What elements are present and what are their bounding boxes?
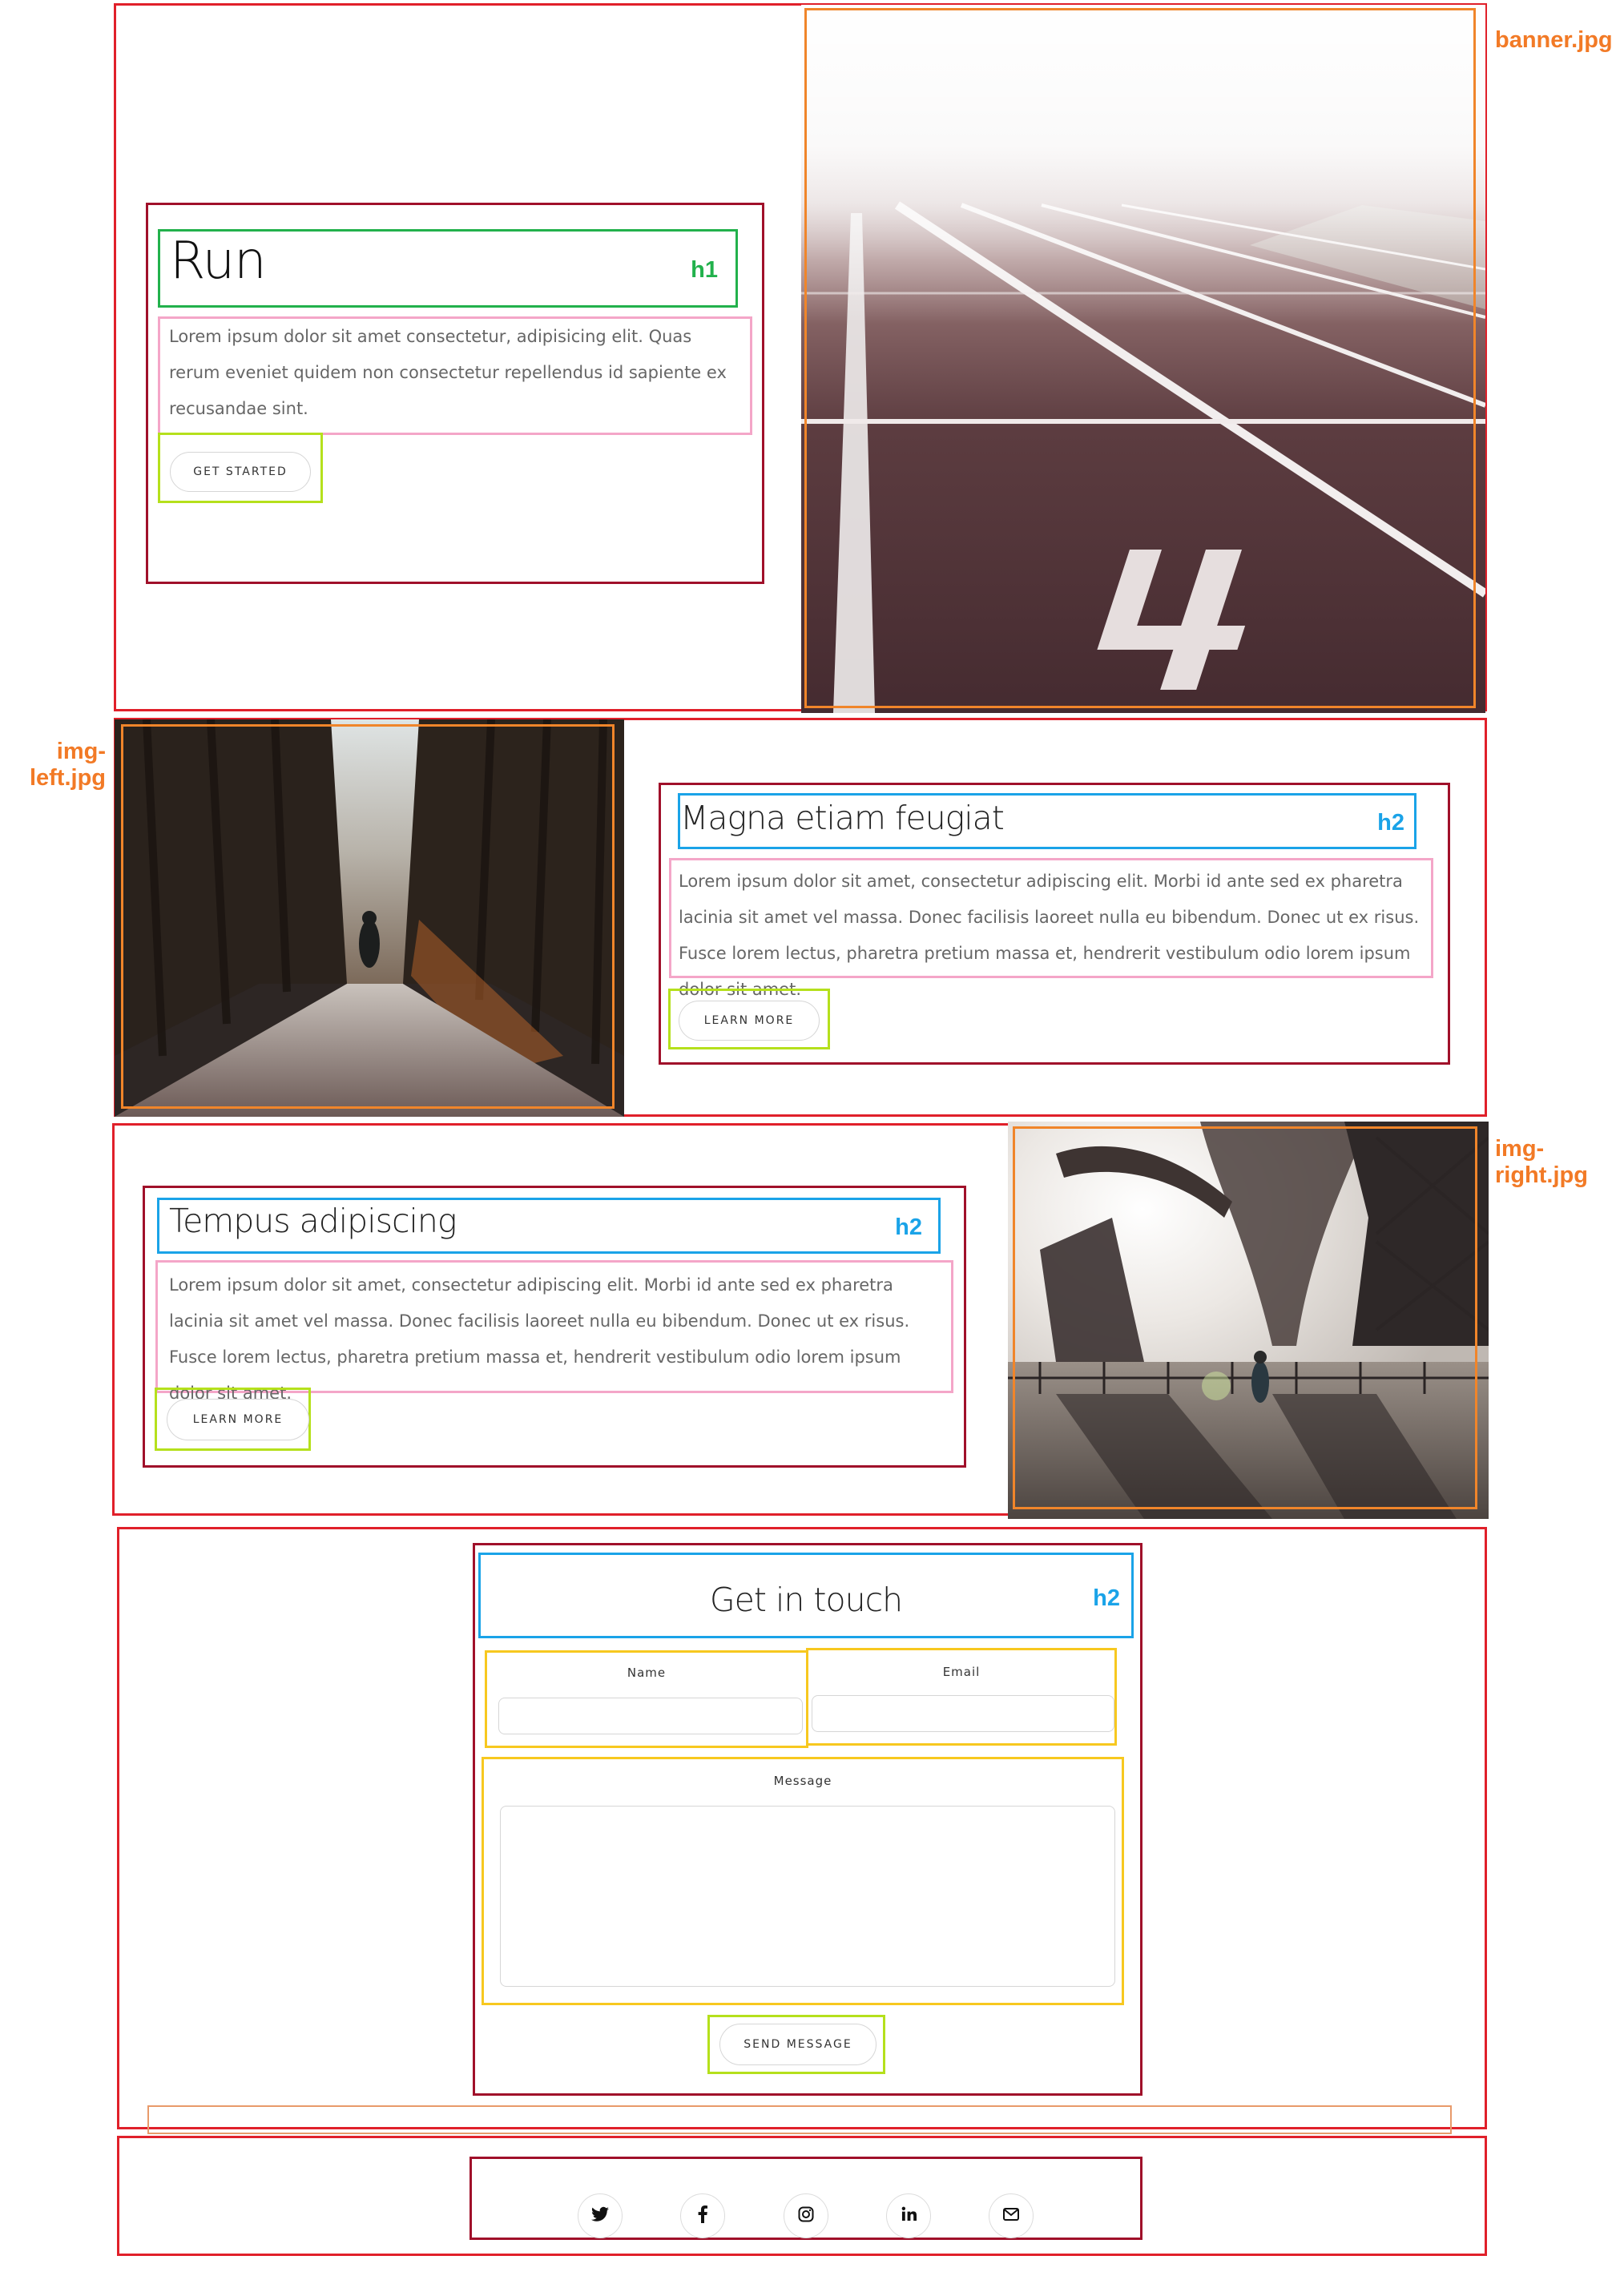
h2-tag: h2	[1093, 1585, 1120, 1611]
banner-label: banner.jpg	[1495, 27, 1613, 53]
img-right-label: img- right.jpg	[1495, 1136, 1588, 1188]
instagram-link[interactable]	[784, 2193, 828, 2238]
send-button-box: SEND MESSAGE	[707, 2015, 885, 2074]
img-right-outline	[1013, 1126, 1477, 1509]
feature-right-title: Tempus adipiscing	[169, 1202, 457, 1240]
hero-title: Run	[170, 232, 267, 291]
feature-right-paragraph-box: Lorem ipsum dolor sit amet, consectetur …	[155, 1260, 953, 1403]
feature-left-paragraph: Lorem ipsum dolor sit amet, consectetur …	[679, 872, 1420, 999]
message-label: Message	[773, 1774, 832, 1788]
instagram-icon	[798, 2206, 814, 2226]
feature-left-paragraph-box: Lorem ipsum dolor sit amet, consectetur …	[669, 858, 1433, 999]
img-left-outline	[121, 724, 615, 1109]
linkedin-link[interactable]	[886, 2193, 931, 2238]
envelope-icon	[1003, 2207, 1019, 2225]
learn-more-button-2[interactable]: LEARN MORE	[167, 1399, 309, 1440]
hero-paragraph-box: Lorem ipsum dolor sit amet consectetur, …	[158, 316, 752, 435]
send-message-button[interactable]: SEND MESSAGE	[719, 2024, 876, 2065]
name-input[interactable]	[498, 1698, 803, 1734]
feature-left-title: Magna etiam feugiat	[680, 799, 1005, 837]
feature-right-title-box: Tempus adipiscing h2	[157, 1198, 941, 1254]
img-left-label: img- left.jpg	[29, 739, 106, 791]
name-label: Name	[627, 1666, 667, 1680]
hero-paragraph: Lorem ipsum dolor sit amet consectetur, …	[169, 327, 727, 418]
twitter-link[interactable]	[578, 2193, 623, 2238]
contact-bottom-outline	[147, 2105, 1452, 2134]
h1-tag: h1	[691, 257, 718, 283]
h2-tag: h2	[1377, 810, 1404, 836]
contact-title-box: Get in touch h2	[478, 1553, 1134, 1638]
message-field-group: Message	[482, 1757, 1124, 2005]
facebook-link[interactable]	[680, 2193, 725, 2238]
name-field-group: Name	[485, 1650, 808, 1748]
learn-more-button-1[interactable]: LEARN MORE	[679, 1001, 820, 1041]
feature-right-button-box: LEARN MORE	[155, 1388, 311, 1451]
email-input[interactable]	[812, 1695, 1114, 1732]
hero-button-box: GET STARTED	[158, 433, 323, 503]
feature-left-button-box: LEARN MORE	[668, 989, 830, 1049]
contact-title: Get in touch	[709, 1581, 903, 1619]
twitter-icon	[591, 2206, 609, 2226]
feature-left-title-box: Magna etiam feugiat h2	[678, 793, 1416, 849]
linkedin-icon	[901, 2206, 917, 2226]
h2-tag: h2	[895, 1214, 922, 1240]
email-link[interactable]	[989, 2193, 1034, 2238]
hero-title-box: Run h1	[158, 229, 738, 308]
email-label: Email	[942, 1665, 981, 1679]
facebook-icon	[698, 2205, 707, 2227]
message-textarea[interactable]	[500, 1806, 1115, 1987]
email-field-group: Email	[806, 1648, 1117, 1746]
get-started-button[interactable]: GET STARTED	[170, 452, 311, 492]
banner-image-outline	[804, 8, 1476, 708]
